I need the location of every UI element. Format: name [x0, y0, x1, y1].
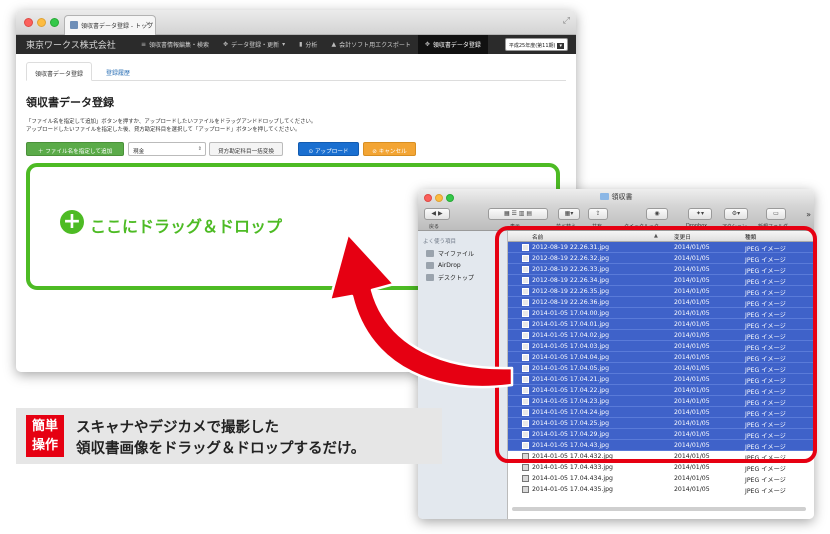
instruction-line: 「ファイル名を指定して追加」ボタンを押すか、アップロードしたいファイルをドラッグ… — [26, 119, 317, 125]
finder-title: 領収書 — [418, 192, 814, 202]
desktop-icon — [426, 273, 434, 281]
nav-item-label: 領収書データ登録 — [432, 42, 481, 49]
sidebar-heading: よく使う項目 — [423, 239, 457, 245]
fiscal-year-select[interactable]: 平成25年度(第11期) ▾ — [504, 38, 568, 51]
airdrop-icon — [426, 261, 434, 269]
nav-item-receipt-register[interactable]: ✥ 領収書データ登録 — [417, 35, 488, 54]
tab-close-icon[interactable]: × — [145, 20, 151, 28]
bulk-convert-button[interactable]: 貸方勘定科目一括変換 — [209, 142, 283, 156]
close-window-button[interactable] — [24, 18, 33, 27]
browser-titlebar: 領収書データ登録 - トップ × ⤢ — [16, 10, 576, 35]
favicon-icon — [70, 21, 78, 29]
folder-icon — [599, 193, 609, 200]
file-date: 2014/01/05 — [674, 486, 710, 493]
page-title: 領収書データ登録 — [26, 96, 114, 109]
file-date: 2014/01/05 — [674, 464, 710, 471]
finder-titlebar: 領収書 — [418, 189, 814, 205]
nav-item-label: 会計ソフト用エクスポート — [339, 42, 411, 49]
caret-down-icon: ▾ — [557, 43, 564, 49]
quicklook-button[interactable]: ◉ — [646, 208, 668, 220]
caption-line: 領収書画像をドラッグ＆ドロップするだけ。 — [76, 441, 366, 457]
caption-box: 簡単 操作 スキャナやデジカメで撮影した 領収書画像をドラッグ＆ドロップするだけ… — [16, 408, 442, 464]
sidebar-item-airdrop[interactable]: AirDrop — [418, 257, 507, 269]
file-date: 2014/01/05 — [674, 475, 710, 482]
minimize-window-button[interactable] — [37, 18, 46, 27]
file-name: 2014-01-05 17.04.433.jpg — [532, 464, 613, 471]
upload-button[interactable]: ⊙ アップロード — [298, 142, 359, 156]
file-row[interactable]: 2014-01-05 17.04.433.jpg 2014/01/05 JPEG イ… — [508, 462, 814, 473]
sidebar-item-myfiles[interactable]: マイファイル — [418, 245, 507, 258]
tab-receipt-register[interactable]: 領収書データ登録 — [26, 62, 93, 81]
caption-line: スキャナやデジカメで撮影した — [76, 420, 279, 436]
credit-account-select[interactable]: 現金 ⇕ — [128, 142, 206, 156]
nav-item-export[interactable]: ▲ 会計ソフト用エクスポート — [324, 35, 417, 54]
action-button[interactable]: ⚙▾ — [724, 208, 748, 220]
fiscal-year-value: 平成25年度(第11期) — [508, 43, 556, 49]
plus-circle-icon: + — [60, 210, 84, 234]
toolbar-label: 戻る — [429, 224, 440, 230]
back-forward-button[interactable]: ◀ ▶ — [424, 208, 450, 220]
top-navbar: 東京ワークス株式会社 ≡ 領収書情報編集・検索 ✥ データ登録・更新 ▾ ▮ 分… — [16, 35, 576, 54]
file-kind: JPEG イメージ — [745, 466, 786, 473]
add-file-button[interactable]: ＋ ファイル名を指定して追加 — [26, 142, 124, 156]
finder-title-text: 領収書 — [611, 193, 633, 201]
badge-line: 操作 — [31, 438, 58, 453]
file-name: 2014-01-05 17.04.434.jpg — [532, 475, 613, 482]
gear-icon: ✥ — [424, 41, 430, 48]
screenshot-root: 領収書データ登録 - トップ × ⤢ 東京ワークス株式会社 ≡ 領収書情報編集・… — [0, 0, 830, 534]
more-icon[interactable]: » — [806, 210, 811, 219]
jpeg-file-icon — [522, 475, 529, 482]
file-row[interactable]: 2014-01-05 17.04.435.jpg 2014/01/05 JPEG イ… — [508, 484, 814, 495]
sidebar-item-label: AirDrop — [438, 261, 461, 269]
page-tabs: 領収書データ登録 登録履歴 — [26, 62, 566, 81]
select-arrows-icon: ⇕ — [197, 146, 202, 152]
browser-tab[interactable]: 領収書データ登録 - トップ × — [64, 15, 156, 35]
browser-tab-title: 領収書データ登録 - トップ — [81, 23, 153, 30]
list-icon: ≡ — [141, 41, 147, 48]
selection-highlight-frame — [495, 226, 817, 463]
nav-item-edit-search[interactable]: ≡ 領収書情報編集・検索 — [134, 35, 216, 54]
cancel-button[interactable]: ⊘ キャンセル — [363, 142, 416, 156]
user-icon: ▲ — [331, 41, 337, 48]
sidebar-item-desktop[interactable]: デスクトップ — [418, 269, 507, 282]
instructions: 「ファイル名を指定して追加」ボタンを押すか、アップロードしたいファイルをドラッグ… — [26, 118, 566, 134]
nav-item-label: 分析 — [305, 42, 318, 49]
easy-operation-badge: 簡単 操作 — [26, 415, 64, 457]
action-bar: ＋ ファイル名を指定して追加 現金 ⇕ 貸方勘定科目一括変換 ⊙ アップロード … — [26, 142, 566, 156]
nav-item-data-register[interactable]: ✥ データ登録・更新 ▾ — [216, 35, 292, 54]
nav-item-analysis[interactable]: ▮ 分析 — [292, 35, 324, 54]
arrange-button[interactable]: ▦▾ — [558, 208, 580, 220]
dropbox-button[interactable]: ✦▾ — [688, 208, 712, 220]
page-content: 領収書データ登録 登録履歴 領収書データ登録 「ファイル名を指定して追加」ボタン… — [16, 62, 576, 156]
fullscreen-icon[interactable]: ⤢ — [563, 16, 570, 26]
sidebar-item-label: デスクトップ — [438, 274, 475, 282]
zoom-window-button[interactable] — [50, 18, 59, 27]
file-name: 2014-01-05 17.04.435.jpg — [532, 486, 613, 493]
share-button[interactable]: ⇪ — [588, 208, 608, 220]
file-kind: JPEG イメージ — [745, 488, 786, 495]
brand-name[interactable]: 東京ワークス株式会社 — [16, 38, 134, 51]
drop-zone-label: ここにドラッグ＆ドロップ — [90, 217, 283, 236]
credit-account-value: 現金 — [133, 149, 145, 155]
nav-item-label: データ登録・更新 — [231, 42, 280, 49]
horizontal-scrollbar[interactable] — [512, 507, 806, 511]
tab-history[interactable]: 登録履歴 — [98, 62, 138, 81]
instruction-line: アップロードしたいファイルを指定した後、貸方勘定科目を選択して「アップロード」ボ… — [26, 127, 301, 133]
chart-icon: ▮ — [299, 41, 303, 48]
nav-item-label: 領収書情報編集・検索 — [149, 42, 210, 49]
jpeg-file-icon — [522, 464, 529, 471]
gear-icon: ✥ — [223, 41, 229, 48]
file-kind: JPEG イメージ — [745, 477, 786, 484]
view-mode-buttons[interactable]: ▦ ☰ ▥ ▤ — [488, 208, 548, 220]
file-row[interactable]: 2014-01-05 17.04.434.jpg 2014/01/05 JPEG イ… — [508, 473, 814, 484]
caret-down-icon: ▾ — [282, 41, 286, 48]
files-icon — [426, 249, 434, 257]
badge-line: 簡単 — [31, 419, 58, 434]
sidebar-item-label: マイファイル — [438, 250, 475, 258]
jpeg-file-icon — [522, 486, 529, 493]
new-folder-button[interactable]: ▭ — [766, 208, 786, 220]
